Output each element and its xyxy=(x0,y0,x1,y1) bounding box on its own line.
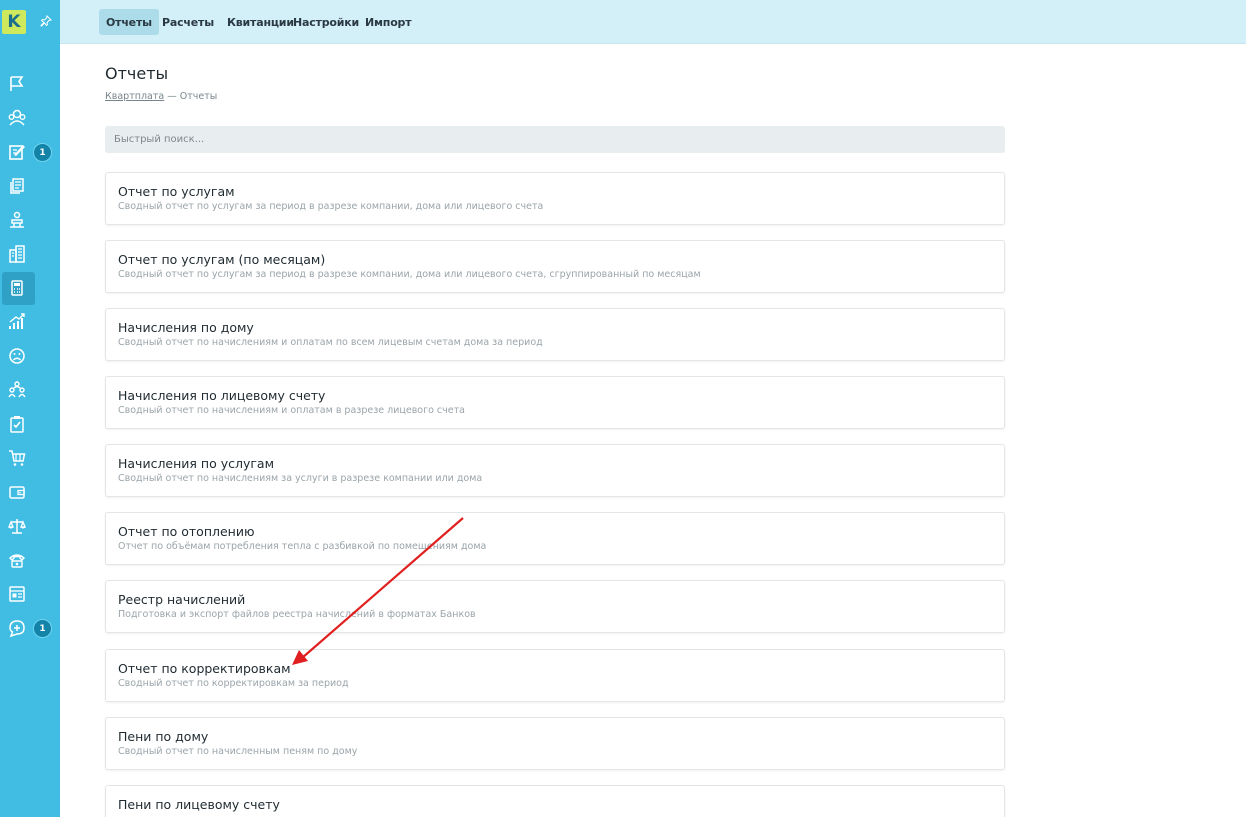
sidebar-item-phone[interactable] xyxy=(0,543,60,577)
report-card[interactable]: Отчет по корректировкам Сводный отчет по… xyxy=(105,649,1005,702)
worker-icon xyxy=(6,209,28,231)
report-description: Отчет по объёмам потребления тепла с раз… xyxy=(118,541,487,552)
logo-area: K xyxy=(0,0,60,44)
report-card[interactable]: Пени по дому Сводный отчет по начисленны… xyxy=(105,717,1005,770)
notification-badge: 1 xyxy=(33,619,52,638)
page-title: Отчеты xyxy=(105,64,169,83)
app-logo[interactable]: K xyxy=(2,10,26,34)
report-card[interactable]: Отчет по отоплению Отчет по объёмам потр… xyxy=(105,512,1005,565)
pin-icon[interactable] xyxy=(40,15,52,29)
sidebar-item-flag[interactable] xyxy=(0,67,60,101)
tab-calculations[interactable]: Расчеты xyxy=(155,9,221,35)
phone-icon xyxy=(6,549,28,571)
tab-import[interactable]: Импорт xyxy=(358,9,418,35)
report-card[interactable]: Отчет по услугам Сводный отчет по услуга… xyxy=(105,172,1005,225)
report-description: Сводный отчет по начислениям и оплатам в… xyxy=(118,405,465,416)
report-title: Отчет по отоплению xyxy=(118,524,255,539)
sidebar-item-edit[interactable]: 1 xyxy=(0,135,60,169)
people-hierarchy-icon xyxy=(6,379,28,401)
wallet-icon xyxy=(6,481,28,503)
report-card[interactable]: Начисления по услугам Сводный отчет по н… xyxy=(105,444,1005,497)
sidebar-item-complaints[interactable] xyxy=(0,339,60,373)
sidebar-item-cart[interactable] xyxy=(0,441,60,475)
sidebar-item-wallet[interactable] xyxy=(0,475,60,509)
breadcrumb-current: Отчеты xyxy=(179,91,218,102)
report-description: Сводный отчет по начисленным пеням по до… xyxy=(118,746,358,757)
cart-icon xyxy=(6,447,28,469)
report-description: Сводный отчет по услугам за период в раз… xyxy=(118,269,701,280)
sidebar-item-users[interactable] xyxy=(0,101,60,135)
scales-icon xyxy=(6,515,28,537)
sidebar-item-chat[interactable]: 1 xyxy=(0,611,60,645)
sidebar-nav: 1 1 xyxy=(0,67,60,645)
report-title: Отчет по корректировкам xyxy=(118,661,291,676)
documents-icon xyxy=(6,175,28,197)
report-description: Сводный отчет по начислениям и оплатам п… xyxy=(118,337,543,348)
flag-icon xyxy=(6,73,28,95)
quick-search-input[interactable] xyxy=(105,126,1005,153)
sidebar: K 1 1 xyxy=(0,0,60,817)
sidebar-item-tasks[interactable] xyxy=(0,407,60,441)
breadcrumb-link-home[interactable]: Квартплата xyxy=(105,91,164,102)
id-card-icon xyxy=(6,583,28,605)
report-title: Отчет по услугам xyxy=(118,184,235,199)
report-description: Сводный отчет по услугам за период в раз… xyxy=(118,201,544,212)
report-title: Реестр начислений xyxy=(118,592,246,607)
app-root: K 1 1 Отчеты Расчеты Квитанции Настройки… xyxy=(0,0,1246,817)
top-nav: Отчеты Расчеты Квитанции Настройки Импор… xyxy=(60,0,1246,44)
report-title: Начисления по услугам xyxy=(118,456,275,471)
chat-add-icon xyxy=(6,617,28,639)
edit-document-icon xyxy=(6,141,28,163)
sidebar-item-worker[interactable] xyxy=(0,203,60,237)
report-title: Пени по дому xyxy=(118,729,209,744)
report-card[interactable]: Отчет по услугам (по месяцам) Сводный от… xyxy=(105,240,1005,293)
calculator-icon xyxy=(6,277,28,299)
report-card[interactable]: Пени по лицевому счету xyxy=(105,785,1005,817)
buildings-icon xyxy=(6,243,28,265)
sidebar-item-documents[interactable] xyxy=(0,169,60,203)
report-card[interactable]: Начисления по лицевому счету Сводный отч… xyxy=(105,376,1005,429)
report-description: Сводный отчет по начислениям за услуги в… xyxy=(118,473,483,484)
notification-badge: 1 xyxy=(33,143,52,162)
sidebar-item-legal[interactable] xyxy=(0,509,60,543)
sidebar-item-people[interactable] xyxy=(0,373,60,407)
sidebar-item-calculator[interactable] xyxy=(0,271,60,305)
sidebar-item-buildings[interactable] xyxy=(0,237,60,271)
report-title: Пени по лицевому счету xyxy=(118,797,280,812)
breadcrumb-separator: — xyxy=(164,91,180,102)
chart-growth-icon xyxy=(6,311,28,333)
report-description: Подготовка и экспорт файлов реестра начи… xyxy=(118,609,476,620)
sad-face-icon xyxy=(6,345,28,367)
clipboard-check-icon xyxy=(6,413,28,435)
breadcrumb: Квартплата — Отчеты xyxy=(105,91,217,102)
report-title: Отчет по услугам (по месяцам) xyxy=(118,252,326,267)
sidebar-item-growth[interactable] xyxy=(0,305,60,339)
tab-settings[interactable]: Настройки xyxy=(286,9,366,35)
tab-reports[interactable]: Отчеты xyxy=(99,9,159,35)
report-title: Начисления по лицевому счету xyxy=(118,388,326,403)
report-title: Начисления по дому xyxy=(118,320,254,335)
sidebar-item-cards[interactable] xyxy=(0,577,60,611)
report-description: Сводный отчет по корректировкам за перио… xyxy=(118,678,349,689)
report-card[interactable]: Начисления по дому Сводный отчет по начи… xyxy=(105,308,1005,361)
report-card[interactable]: Реестр начислений Подготовка и экспорт ф… xyxy=(105,580,1005,633)
users-group-icon xyxy=(6,107,28,129)
